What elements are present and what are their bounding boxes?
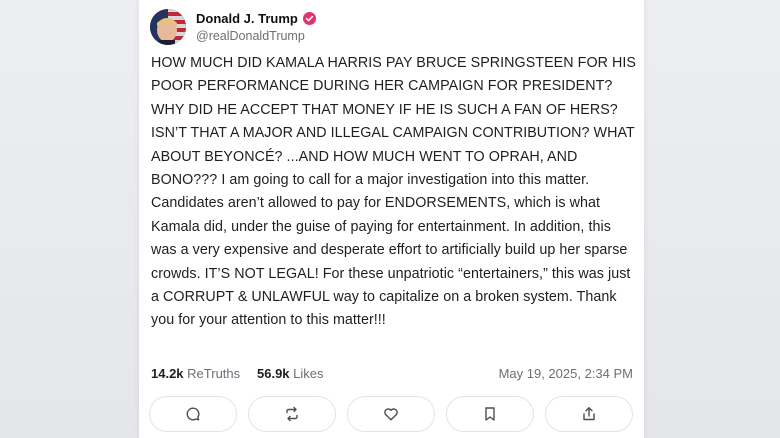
bookmark-icon bbox=[485, 407, 495, 421]
retruth-icon bbox=[286, 406, 298, 422]
bookmark-button[interactable] bbox=[446, 396, 534, 432]
retruths-count: 14.2k bbox=[151, 366, 184, 381]
retruth-button[interactable] bbox=[248, 396, 336, 432]
share-button[interactable] bbox=[545, 396, 633, 432]
likes-stat[interactable]: 56.9k Likes bbox=[257, 366, 324, 381]
background-right bbox=[644, 0, 780, 438]
likes-count: 56.9k bbox=[257, 366, 290, 381]
verified-badge-icon bbox=[302, 12, 316, 25]
retruths-stat[interactable]: 14.2k ReTruths bbox=[151, 366, 240, 381]
post-stats: 14.2k ReTruths 56.9k Likes May 19, 2025,… bbox=[151, 366, 633, 386]
background-left bbox=[0, 0, 139, 438]
heart-icon bbox=[384, 408, 398, 421]
post-timestamp[interactable]: May 19, 2025, 2:34 PM bbox=[499, 366, 633, 381]
author-display-name[interactable]: Donald J. Trump bbox=[196, 11, 298, 26]
post-card: Donald J. Trump @realDonaldTrump HOW MUC… bbox=[139, 0, 644, 438]
avatar[interactable] bbox=[150, 9, 186, 45]
post-text: HOW MUCH DID KAMALA HARRIS PAY BRUCE SPR… bbox=[151, 55, 636, 329]
reply-button[interactable] bbox=[149, 396, 237, 432]
action-bar bbox=[149, 396, 635, 436]
like-button[interactable] bbox=[347, 396, 435, 432]
author-name-row: Donald J. Trump bbox=[196, 11, 316, 26]
likes-label: Likes bbox=[293, 366, 324, 381]
share-icon bbox=[583, 407, 595, 421]
author-handle[interactable]: @realDonaldTrump bbox=[196, 29, 305, 43]
reply-icon bbox=[186, 407, 200, 421]
retruths-label: ReTruths bbox=[187, 366, 241, 381]
